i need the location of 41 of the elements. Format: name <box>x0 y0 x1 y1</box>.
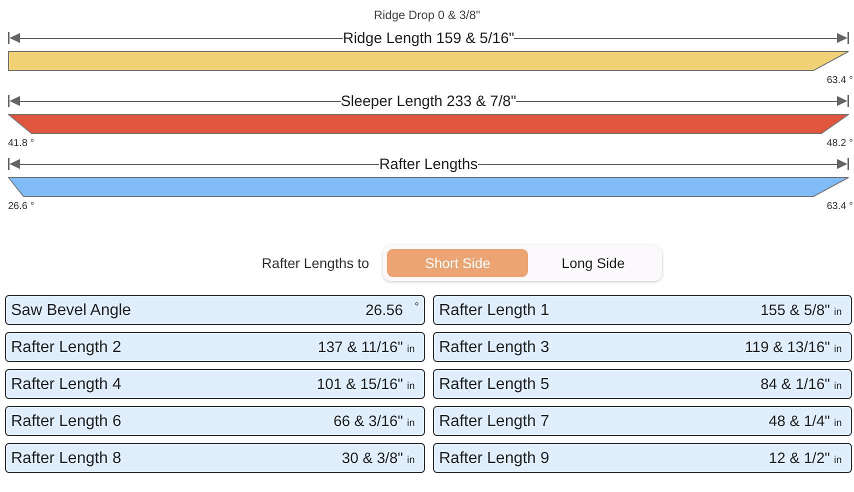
result-label: Rafter Length 8 <box>11 450 122 468</box>
result-value: 155 & 5/8" <box>760 302 830 319</box>
result-value: 26.56 <box>365 302 403 319</box>
unit-label: in <box>834 344 843 355</box>
result-label: Rafter Length 7 <box>439 413 550 431</box>
angle-label: 48.2 ° <box>826 138 853 148</box>
result-label: Rafter Length 1 <box>439 302 550 320</box>
ridge-drop-label: Ridge Drop 0 & 3/8" <box>374 8 480 24</box>
angle-label: 63.4 ° <box>826 74 853 86</box>
result-value: 48 & 1/4" <box>768 413 830 430</box>
result-value: 66 & 3/16" <box>333 413 403 430</box>
result-label: Saw Bevel Angle <box>11 302 132 320</box>
unit-label: in <box>407 418 416 429</box>
result-label: Rafter Length 3 <box>439 339 550 357</box>
result-label: Rafter Length 2 <box>11 339 122 357</box>
result-label: Rafter Length 4 <box>11 376 122 394</box>
angle-label: 41.8 ° <box>8 138 34 148</box>
result-label: Rafter Length 6 <box>11 413 122 431</box>
board-length-label: Ridge Length 159 & 5/16" <box>342 30 514 46</box>
side-option[interactable]: Long Side <box>528 249 658 277</box>
result-value: 119 & 13/16" <box>744 339 830 356</box>
unit-label: in <box>407 344 416 355</box>
unit-label: in <box>834 418 843 429</box>
board-length-label: Sleeper Length 233 & 7/8" <box>340 92 516 110</box>
unit-label: in <box>407 455 416 466</box>
result-label: Rafter Length 9 <box>439 450 550 468</box>
result-value: 101 & 15/16" <box>316 376 403 393</box>
result-value: 137 & 11/16" <box>318 339 403 356</box>
unit-label: ° <box>414 301 419 313</box>
result-value: 30 & 3/8" <box>342 450 403 467</box>
result-value: 12 & 1/2" <box>768 450 830 467</box>
unit-label: in <box>834 307 843 318</box>
angle-label: 63.4 ° <box>826 200 853 212</box>
result-label: Rafter Length 5 <box>439 376 550 394</box>
result-value: 84 & 1/16" <box>760 376 830 393</box>
angle-label: 26.6 ° <box>8 200 34 212</box>
unit-label: in <box>407 381 416 392</box>
unit-label: in <box>834 455 843 466</box>
toggle-label: Rafter Lengths to <box>262 255 370 271</box>
unit-label: in <box>834 381 843 392</box>
board-length-label: Rafter Lengths <box>379 156 478 172</box>
